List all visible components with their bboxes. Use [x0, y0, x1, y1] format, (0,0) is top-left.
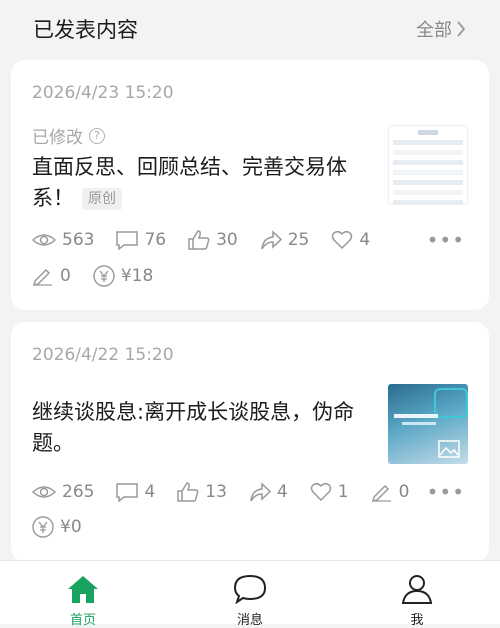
comment-icon — [116, 483, 139, 502]
comment-icon — [116, 231, 139, 250]
article-title[interactable]: 直面反思、回顾总结、完善交易体系！ 原创 — [32, 152, 372, 214]
nav-me-label: 我 — [410, 613, 424, 628]
views-count: 265 — [62, 482, 95, 502]
comments-count: 4 — [144, 482, 156, 502]
more-options-button[interactable]: ••• — [427, 228, 465, 252]
view-all-label: 全部 — [416, 20, 452, 41]
article-card[interactable]: 2026/4/23 15:20 已修改 ? 直面反思、回顾总结、完善交易体系！原… — [11, 60, 489, 310]
rewards-amount: ¥18 — [120, 266, 154, 286]
yuan-coin-icon — [32, 516, 54, 538]
nav-messages[interactable]: 消息 — [220, 574, 280, 628]
likes-count: 13 — [205, 482, 227, 502]
heart-icon — [332, 230, 353, 250]
favorites-count: 1 — [337, 482, 349, 502]
shares-count: 25 — [287, 230, 310, 250]
article-thumbnail[interactable] — [388, 125, 468, 205]
stats-row-2: 0 ¥18 — [32, 265, 175, 287]
help-icon[interactable]: ? — [89, 127, 105, 144]
article-thumbnail[interactable] — [388, 384, 468, 464]
edit-pen-icon — [371, 484, 391, 502]
view-all-button[interactable]: 全部 — [416, 16, 466, 42]
favorites-stat[interactable]: 1 — [310, 482, 349, 502]
share-icon — [250, 482, 271, 502]
edited-indicator: 已修改 ? — [32, 123, 105, 148]
thumbnail-text-shape — [394, 414, 438, 418]
favorites-count: 4 — [359, 230, 371, 250]
publish-date: 2026/4/22 15:20 — [32, 345, 174, 365]
page-title: 已发表内容 — [33, 18, 138, 42]
user-icon — [401, 575, 433, 604]
image-icon — [438, 440, 460, 458]
thumbs-up-icon — [188, 230, 210, 250]
shares-stat[interactable]: 4 — [249, 482, 288, 502]
article-card[interactable]: 2026/4/22 15:20 继续谈股息:离开成长谈股息，伪命题。 265 4… — [11, 322, 489, 562]
stats-row: 563 76 30 25 4 — [32, 230, 392, 250]
share-icon — [260, 230, 282, 250]
chat-bubble-icon — [233, 574, 267, 604]
home-icon — [68, 576, 98, 603]
edits-stat: 0 — [371, 482, 410, 502]
favorites-stat[interactable]: 4 — [331, 230, 370, 250]
shares-stat[interactable]: 25 — [260, 230, 310, 250]
nav-home[interactable]: 首页 — [53, 574, 113, 628]
views-stat: 563 — [32, 230, 94, 250]
bottom-nav: 首页 消息 我 — [0, 560, 500, 628]
stats-row: 265 4 13 4 1 0 — [32, 482, 431, 502]
edits-stat: 0 — [32, 266, 71, 286]
nav-me[interactable]: 我 — [387, 574, 447, 628]
likes-stat[interactable]: 13 — [177, 482, 227, 502]
nav-home-label: 首页 — [69, 613, 96, 628]
likes-count: 30 — [216, 230, 238, 250]
publish-date: 2026/4/23 15:20 — [32, 83, 174, 103]
comments-stat[interactable]: 76 — [116, 230, 166, 250]
original-tag: 原创 — [82, 188, 122, 210]
edits-count: 0 — [60, 266, 71, 286]
rewards-amount: ¥0 — [60, 517, 82, 537]
thumbs-up-icon — [177, 482, 199, 502]
yuan-coin-icon — [93, 265, 115, 287]
eye-icon — [32, 234, 56, 246]
eye-icon — [32, 486, 56, 498]
stats-row-2: ¥0 — [32, 516, 104, 538]
views-count: 563 — [62, 230, 95, 250]
edited-label: 已修改 — [32, 128, 83, 148]
comments-count: 76 — [144, 230, 167, 250]
likes-stat[interactable]: 30 — [188, 230, 238, 250]
nav-messages-label: 消息 — [236, 613, 263, 628]
thumbnail-text-shape — [402, 422, 436, 425]
thumbnail-frame-shape — [434, 388, 468, 418]
views-stat: 265 — [32, 482, 94, 502]
edits-count: 0 — [398, 482, 410, 502]
rewards-stat: ¥18 — [93, 265, 153, 287]
comments-stat[interactable]: 4 — [116, 482, 155, 502]
shares-count: 4 — [276, 482, 288, 502]
article-title[interactable]: 继续谈股息:离开成长谈股息，伪命题。 — [32, 397, 372, 459]
heart-icon — [310, 482, 331, 502]
page-header: 已发表内容 全部 — [0, 0, 500, 58]
chevron-right-icon — [457, 21, 466, 37]
edit-pen-icon — [32, 268, 52, 286]
more-options-button[interactable]: ••• — [427, 480, 465, 504]
rewards-stat: ¥0 — [32, 516, 82, 538]
article-title-text: 直面反思、回顾总结、完善交易体系！ — [32, 155, 347, 210]
